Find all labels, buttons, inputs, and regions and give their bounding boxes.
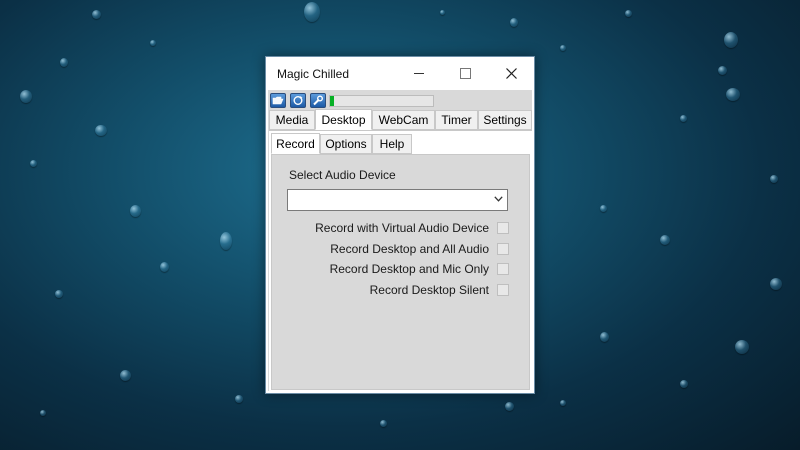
title-bar[interactable]: Magic Chilled xyxy=(266,57,534,90)
folder-icon[interactable] xyxy=(270,93,286,108)
water-drop xyxy=(510,18,518,27)
water-drop xyxy=(220,232,232,250)
water-drop xyxy=(20,90,32,103)
minimize-button[interactable] xyxy=(396,57,442,90)
window-client-area: Media Desktop WebCam Timer Settings Reco… xyxy=(268,90,532,391)
toolbar xyxy=(268,92,532,109)
record-panel: Select Audio Device Record with Virtual … xyxy=(271,154,530,390)
chevron-down-icon xyxy=(494,196,503,202)
option-row-virtual-audio: Record with Virtual Audio Device xyxy=(315,220,509,236)
water-drop xyxy=(625,10,632,17)
water-drop xyxy=(680,115,687,122)
water-drop xyxy=(150,40,156,46)
checkbox-all-audio[interactable] xyxy=(497,243,509,255)
sub-tabs: Record Options Help xyxy=(269,133,532,155)
water-drop xyxy=(718,66,727,75)
water-drop xyxy=(60,58,68,67)
audio-device-label: Select Audio Device xyxy=(289,168,396,182)
checkbox-virtual-audio[interactable] xyxy=(497,222,509,234)
tab-timer[interactable]: Timer xyxy=(435,110,478,130)
option-row-silent: Record Desktop Silent xyxy=(370,282,509,298)
tab-settings[interactable]: Settings xyxy=(478,110,532,130)
option-row-mic-only: Record Desktop and Mic Only xyxy=(330,261,509,277)
maximize-icon xyxy=(459,68,471,79)
tab-webcam[interactable]: WebCam xyxy=(372,110,435,130)
checkbox-silent[interactable] xyxy=(497,284,509,296)
water-drop xyxy=(660,235,670,245)
close-button[interactable] xyxy=(488,57,534,90)
water-drop xyxy=(130,205,141,217)
main-tabs: Media Desktop WebCam Timer Settings xyxy=(268,109,532,131)
water-drop xyxy=(505,402,514,411)
water-drop xyxy=(304,2,320,22)
water-drop xyxy=(235,395,243,403)
water-drop xyxy=(160,262,169,272)
water-drop xyxy=(600,205,607,212)
tab-help[interactable]: Help xyxy=(372,134,412,154)
audio-device-dropdown[interactable] xyxy=(287,189,508,211)
water-drop xyxy=(30,160,37,167)
water-drop xyxy=(92,10,101,19)
checkbox-mic-only[interactable] xyxy=(497,263,509,275)
water-drop xyxy=(726,88,740,101)
app-window: Magic Chilled Media Desktop WebCam Timer… xyxy=(265,56,535,394)
progress-fill xyxy=(330,96,335,106)
water-drop xyxy=(380,420,387,427)
water-drop xyxy=(40,410,46,416)
option-label-silent: Record Desktop Silent xyxy=(369,283,489,297)
close-icon xyxy=(505,68,517,79)
water-drop xyxy=(770,278,782,290)
water-drop xyxy=(560,400,566,406)
tab-media[interactable]: Media xyxy=(269,110,315,130)
option-row-all-audio: Record Desktop and All Audio xyxy=(330,241,509,257)
option-label-virtual-audio: Record with Virtual Audio Device xyxy=(315,221,489,235)
window-title: Magic Chilled xyxy=(277,67,350,81)
maximize-button[interactable] xyxy=(442,57,488,90)
water-drop xyxy=(770,175,778,183)
tab-record[interactable]: Record xyxy=(271,133,320,154)
water-drop xyxy=(120,370,131,381)
option-label-mic-only: Record Desktop and Mic Only xyxy=(329,262,489,276)
water-drop xyxy=(55,290,63,298)
water-drop xyxy=(680,380,688,388)
wrench-icon[interactable] xyxy=(310,93,326,108)
water-drop xyxy=(440,10,445,15)
tab-options[interactable]: Options xyxy=(320,134,372,154)
water-drop xyxy=(560,45,566,51)
tab-desktop[interactable]: Desktop xyxy=(315,109,372,130)
refresh-globe-icon[interactable] xyxy=(290,93,306,108)
water-drop xyxy=(600,332,609,342)
water-drop xyxy=(724,32,738,48)
minimize-icon xyxy=(414,73,424,74)
progress-bar xyxy=(329,95,434,107)
water-drop xyxy=(735,340,749,354)
water-drop xyxy=(95,125,107,136)
desktop-tab-panel: Record Options Help Select Audio Device … xyxy=(269,130,532,391)
option-label-all-audio: Record Desktop and All Audio xyxy=(330,242,489,256)
